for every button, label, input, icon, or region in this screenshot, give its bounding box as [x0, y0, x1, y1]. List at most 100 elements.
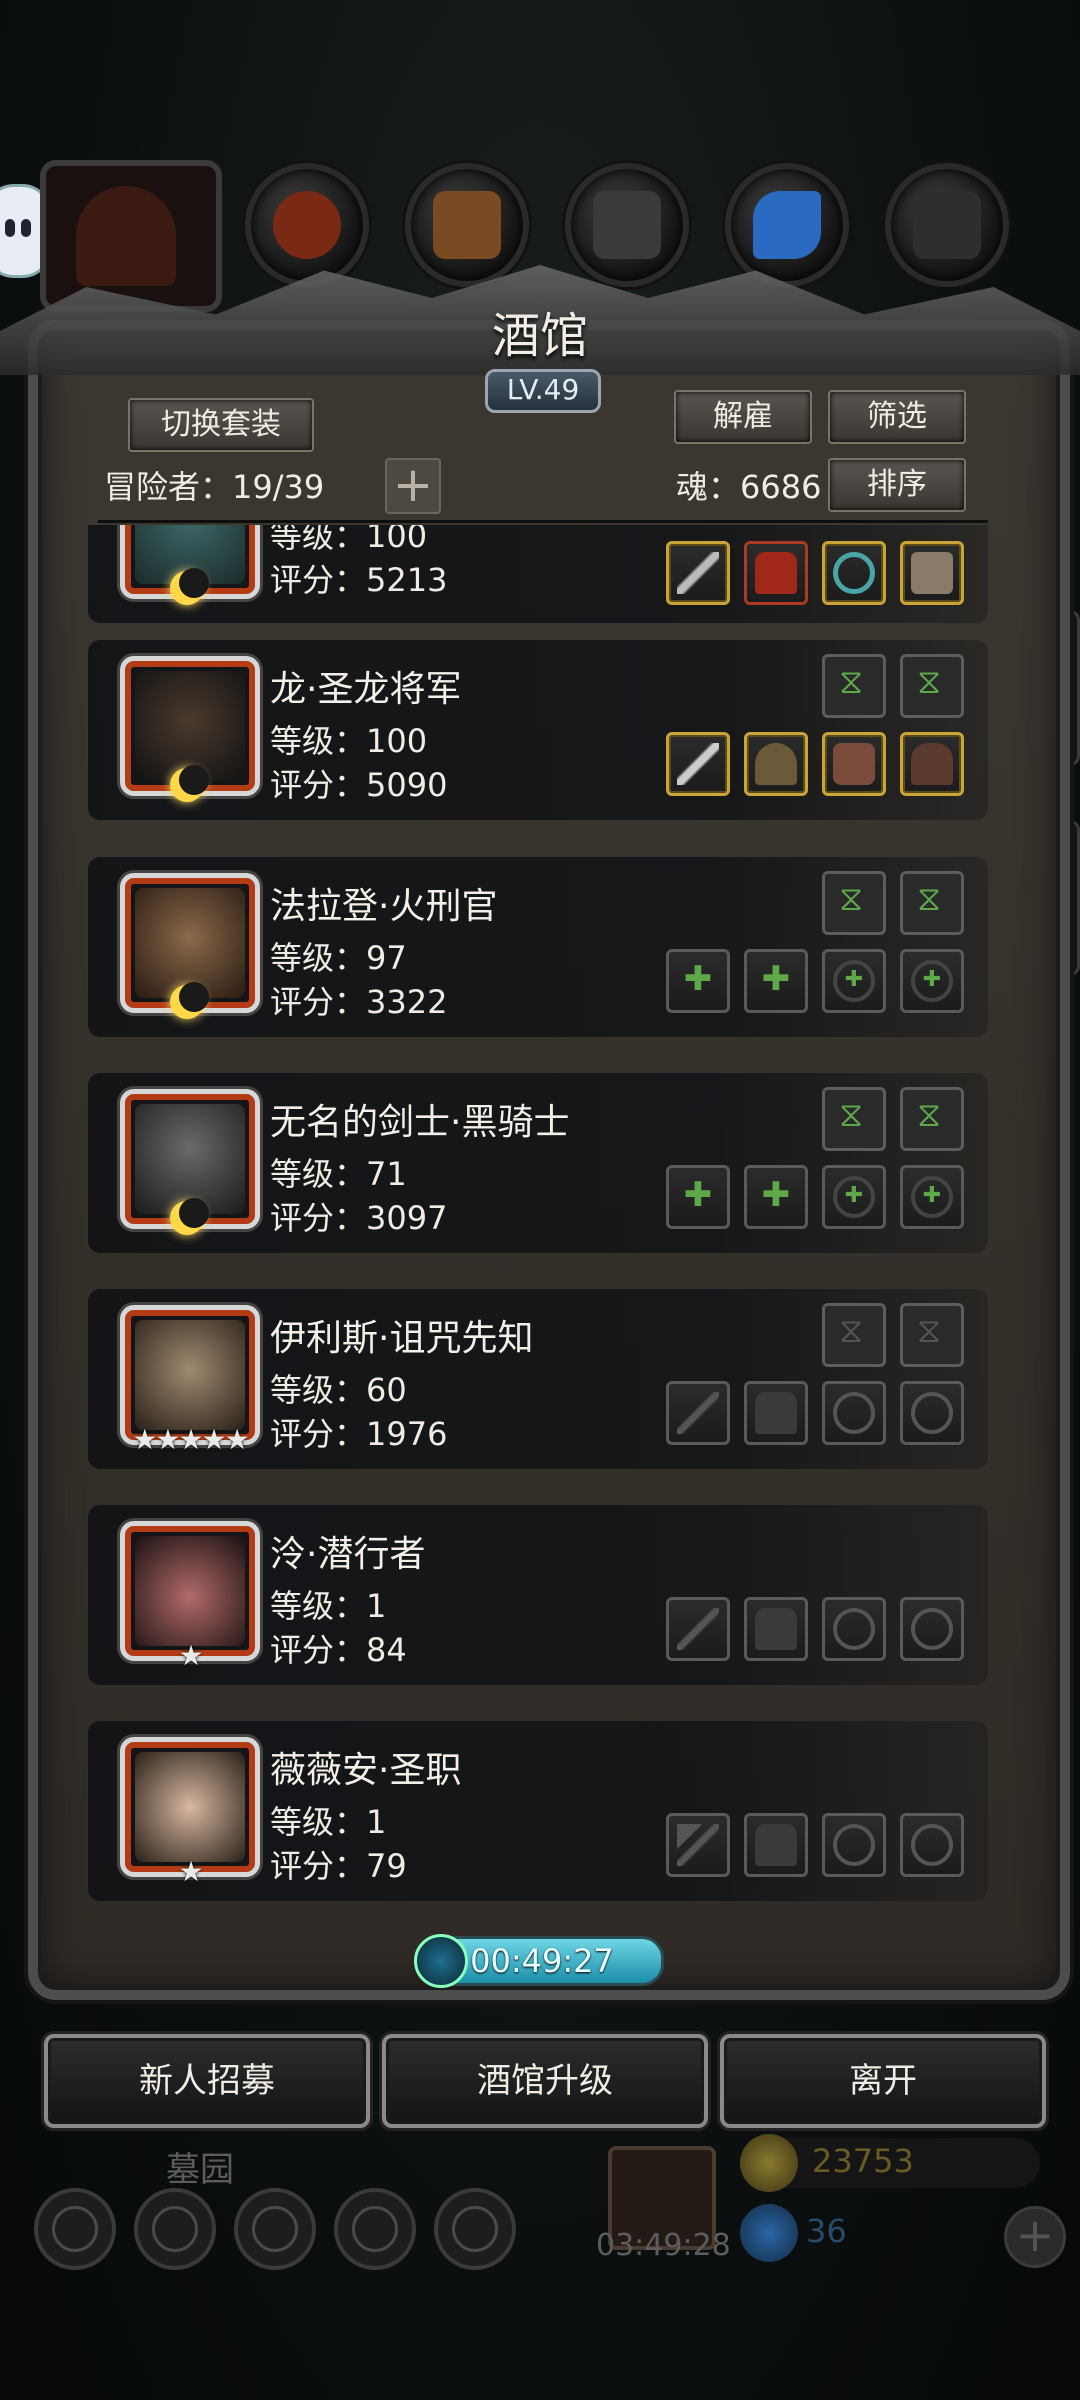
hero-score: 评分：79	[270, 1847, 407, 1885]
ring-slot-icon[interactable]	[900, 1813, 964, 1877]
hero-face	[135, 1320, 245, 1430]
ring-slot-icon[interactable]	[822, 1381, 886, 1445]
armor-slot-icon[interactable]: ✚	[744, 1165, 808, 1229]
gauntlet-icon[interactable]	[900, 541, 964, 605]
ring-slot-icon[interactable]: ✚	[822, 949, 886, 1013]
crystal-tab[interactable]	[725, 163, 849, 287]
location-label: 墓园	[166, 2150, 234, 2190]
shop-icon[interactable]	[434, 2188, 516, 2270]
switch-outfit-button[interactable]: 切换套装	[128, 398, 314, 452]
anvil-icon	[913, 191, 981, 259]
meat-tab[interactable]	[245, 163, 369, 287]
ring-slot-icon[interactable]	[900, 1597, 964, 1661]
adventurer-row[interactable]: ★ 泠·潜行者 等级：1 评分：84	[88, 1505, 988, 1685]
iron-icon	[593, 191, 661, 259]
dismiss-button[interactable]: 解雇	[674, 390, 812, 444]
ring-slot-icon[interactable]: ✚	[900, 949, 964, 1013]
level-badge: LV.49	[485, 369, 601, 413]
skill-badge: ⧖	[900, 654, 964, 718]
hero-name: 薇薇安·圣职	[270, 1750, 462, 1791]
moon-rank-icon	[170, 1198, 209, 1235]
hero-score: 评分：1976	[270, 1415, 448, 1453]
moon-rank-icon	[170, 982, 209, 1019]
dagger-slot-icon[interactable]	[666, 1597, 730, 1661]
achievement-icon[interactable]	[134, 2188, 216, 2270]
soul-count: 魂：6686	[676, 468, 822, 506]
hero-score: 评分：5213	[270, 561, 448, 599]
bracer-icon[interactable]	[822, 732, 886, 796]
hero-score: 评分：5090	[270, 766, 448, 804]
adventurer-row[interactable]: 法拉登·火刑官 等级：97 评分：3322 ⧖ ⧖ ✚ ✚ ✚ ✚	[88, 857, 988, 1037]
mace-slot-icon[interactable]	[666, 1813, 730, 1877]
crystal-icon	[753, 191, 821, 259]
hero-name: 龙·圣龙将军	[270, 669, 462, 710]
adventurer-row[interactable]: 无名的剑士·黑骑士 等级：71 评分：3097 ⧖ ⧖ ✚ ✚ ✚ ✚	[88, 1073, 988, 1253]
adventurer-row[interactable]: ★★★★★ 伊利斯·诅咒先知 等级：60 评分：1976 ⧖ ⧖	[88, 1289, 988, 1469]
spear-icon[interactable]	[666, 541, 730, 605]
adventurer-row[interactable]: 龙·圣龙将军 等级：100 评分：5090 ⧖ ⧖	[88, 640, 988, 820]
ring-icon[interactable]	[822, 541, 886, 605]
skill-badge: ⧖	[822, 871, 886, 935]
hero-level: 等级：100	[270, 722, 428, 760]
hero-level: 等级：100	[270, 525, 428, 555]
settings-icon[interactable]	[34, 2188, 116, 2270]
adventurer-list[interactable]: 等级：100 评分：5213 龙·圣龙将军 等级：100 评分：5090 ⧖ ⧖…	[88, 525, 988, 1940]
armor-slot-icon[interactable]: ✚	[744, 949, 808, 1013]
hero-level: 等级：71	[270, 1155, 407, 1193]
ring-slot-icon[interactable]	[822, 1597, 886, 1661]
hero-face	[135, 1752, 245, 1862]
meat-icon	[273, 191, 341, 259]
filter-button[interactable]: 筛选	[828, 390, 966, 444]
add-gems-button[interactable]: +	[1004, 2206, 1066, 2268]
star-rank: ★★★★★	[132, 1423, 250, 1456]
recruit-button[interactable]: 新人招募	[44, 2034, 370, 2128]
moon-rank-icon	[170, 568, 209, 605]
ring-slot-icon[interactable]: ✚	[822, 1165, 886, 1229]
wood-icon	[433, 191, 501, 259]
add-capacity-button[interactable]: +	[385, 458, 441, 514]
star-rank: ★	[178, 1855, 203, 1888]
ring-slot-icon[interactable]	[900, 1381, 964, 1445]
adventurer-row[interactable]: 等级：100 评分：5213	[88, 525, 988, 623]
adventurer-count: 冒险者：19/39	[104, 468, 325, 506]
skill-badge: ⧖	[900, 1303, 964, 1367]
hero-score: 评分：84	[270, 1631, 407, 1669]
hero-name: 泠·潜行者	[270, 1534, 426, 1575]
hero-score: 评分：3322	[270, 983, 448, 1021]
spear-icon[interactable]	[666, 732, 730, 796]
header-divider	[98, 520, 988, 523]
sword-slot-icon[interactable]: ✚	[666, 949, 730, 1013]
eye-icon	[5, 219, 15, 237]
hero-level: 等级：1	[270, 1803, 387, 1841]
leave-button[interactable]: 离开	[720, 2034, 1046, 2128]
ring-slot-icon[interactable]: ✚	[900, 1165, 964, 1229]
cloak-icon[interactable]	[900, 732, 964, 796]
armor-slot-icon[interactable]	[744, 1813, 808, 1877]
hero-face	[135, 1536, 245, 1646]
iron-tab[interactable]	[565, 163, 689, 287]
hero-score: 评分：3097	[270, 1199, 448, 1237]
hero-tab[interactable]	[40, 160, 222, 312]
anvil-tab[interactable]	[885, 163, 1009, 287]
skill-badge: ⧖	[822, 654, 886, 718]
staff-slot-icon[interactable]	[666, 1381, 730, 1445]
codex-icon[interactable]	[234, 2188, 316, 2270]
gold-coin-icon	[740, 2134, 798, 2192]
hooded-figure-icon	[76, 186, 176, 286]
red-armor-icon[interactable]	[744, 541, 808, 605]
armor-slot-icon[interactable]	[744, 1597, 808, 1661]
hero-level: 等级：97	[270, 939, 407, 977]
ring-slot-icon[interactable]	[822, 1813, 886, 1877]
eye-icon	[21, 219, 31, 237]
hooded-armor-icon[interactable]	[744, 732, 808, 796]
gem-icon	[740, 2204, 798, 2262]
sort-button[interactable]: 排序	[828, 458, 966, 512]
mail-icon[interactable]	[334, 2188, 416, 2270]
wood-tab[interactable]	[405, 163, 529, 287]
armor-slot-icon[interactable]	[744, 1381, 808, 1445]
sword-slot-icon[interactable]: ✚	[666, 1165, 730, 1229]
hero-name: 无名的剑士·黑骑士	[270, 1102, 570, 1143]
upgrade-tavern-button[interactable]: 酒馆升级	[382, 2034, 708, 2128]
skill-badge: ⧖	[900, 1087, 964, 1151]
adventurer-row[interactable]: ★ 薇薇安·圣职 等级：1 评分：79	[88, 1721, 988, 1901]
